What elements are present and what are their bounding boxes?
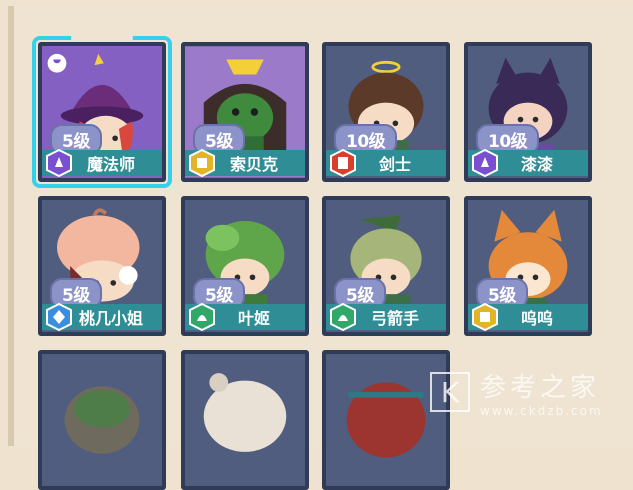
character-portrait: [326, 354, 446, 486]
character-card-row3-1[interactable]: [38, 350, 166, 490]
gold-hex-icon: [189, 149, 215, 177]
watermark-logo-icon: K: [430, 372, 470, 412]
character-card-qiqi[interactable]: 10级 漆漆: [464, 42, 592, 182]
gold-hex-icon: [472, 303, 498, 331]
watermark-url: www.ckdzb.com: [480, 403, 603, 418]
character-card-miss-peach[interactable]: 5级 桃几小姐: [38, 196, 166, 336]
watermark-title: 参考之家: [480, 372, 601, 403]
character-card-wuwu[interactable]: 5级 呜呜: [464, 196, 592, 336]
character-portrait: [185, 354, 305, 486]
green-hex-icon: [189, 303, 215, 331]
watermark: K 参考之家 www.ckdzb.com: [430, 366, 630, 418]
character-card-mage[interactable]: 5级 魔法师: [38, 42, 166, 182]
character-portrait: [42, 354, 162, 486]
blue-hex-icon: [46, 303, 72, 331]
purple-hex-icon: [46, 149, 72, 177]
character-card-sobek[interactable]: 5级 索贝克: [181, 42, 309, 182]
character-card-row3-2[interactable]: [181, 350, 309, 490]
green-hex-icon: [330, 303, 356, 331]
purple-hex-icon: [472, 149, 498, 177]
character-card-swordsman[interactable]: 10级 剑士: [322, 42, 450, 182]
character-card-ye-ji[interactable]: 5级 叶姬: [181, 196, 309, 336]
red-hex-icon: [330, 149, 356, 177]
character-card-archer[interactable]: 5级 弓箭手: [322, 196, 450, 336]
